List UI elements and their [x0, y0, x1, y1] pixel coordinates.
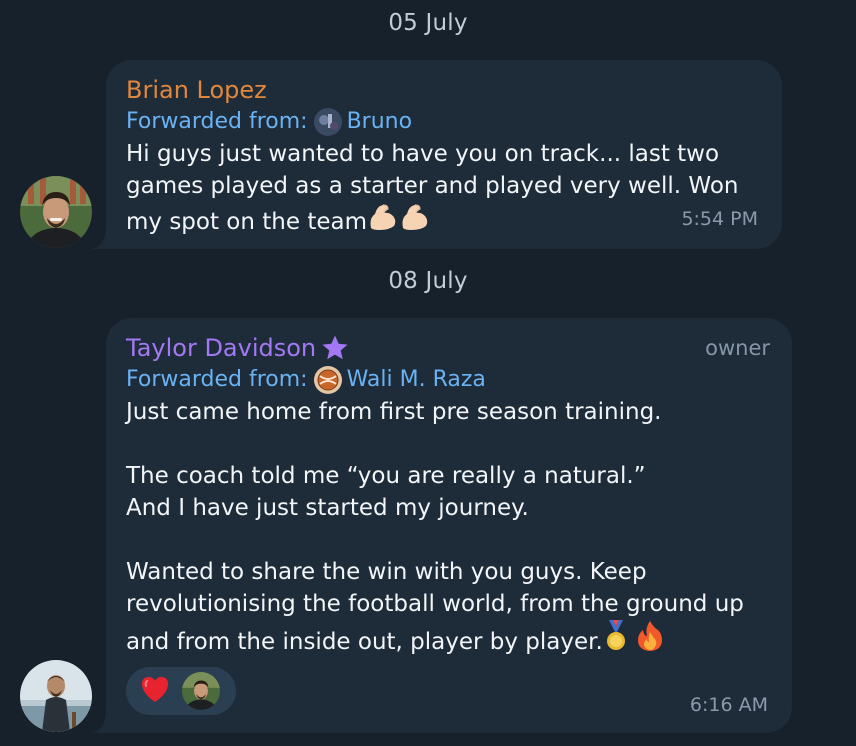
medal-icon: [603, 620, 629, 661]
flexed-biceps-icon: [399, 202, 431, 241]
fire-icon: [636, 620, 664, 661]
sender-name[interactable]: Brian Lopez: [126, 74, 762, 106]
forwarded-avatar: [313, 366, 342, 394]
message-line: Hi guys just wanted to have you on track…: [126, 141, 720, 167]
avatar-brian-lopez[interactable]: [20, 176, 92, 248]
date-separator: 05 July: [388, 10, 468, 36]
forwarded-name[interactable]: Wali M. Raza: [347, 364, 486, 396]
avatar-taylor-davidson[interactable]: [20, 660, 92, 732]
owner-badge: owner: [705, 336, 770, 360]
premium-star-icon[interactable]: [320, 333, 350, 363]
flexed-biceps-icon: [367, 202, 399, 241]
forwarded-label: Forwarded from:: [126, 109, 308, 134]
message-bubble[interactable]: Brian Lopez Forwarded from: Bruno Hi guy…: [106, 60, 782, 249]
sender-header: Taylor Davidson: [126, 332, 772, 364]
forwarded-from[interactable]: Forwarded from: Bruno: [126, 106, 762, 138]
message-time: 6:16 AM: [689, 694, 768, 716]
reaction-pill[interactable]: [126, 667, 236, 715]
message-paragraph: Just came home from first pre season tra…: [126, 399, 662, 425]
message-text: Just came home from first pre season tra…: [126, 396, 772, 661]
forwarded-avatar: [313, 108, 342, 136]
message-line: my spot on the team: [126, 209, 367, 235]
date-separator: 08 July: [388, 268, 468, 294]
message-bubble[interactable]: Taylor Davidson owner Forwarded from: Wa…: [106, 318, 792, 733]
reaction-avatar: [182, 672, 220, 710]
message-line: games played as a starter and played ver…: [126, 173, 739, 199]
forwarded-label: Forwarded from:: [126, 367, 308, 392]
forwarded-from[interactable]: Forwarded from: Wali M. Raza: [126, 364, 772, 396]
message-paragraph: The coach told me “you are really a natu…: [126, 463, 646, 521]
message-time: 5:54 PM: [681, 208, 758, 230]
forwarded-name[interactable]: Bruno: [347, 106, 412, 138]
sender-name[interactable]: Taylor Davidson: [126, 332, 316, 364]
heart-icon[interactable]: [140, 675, 170, 707]
message-text: Hi guys just wanted to have you on track…: [126, 138, 762, 241]
